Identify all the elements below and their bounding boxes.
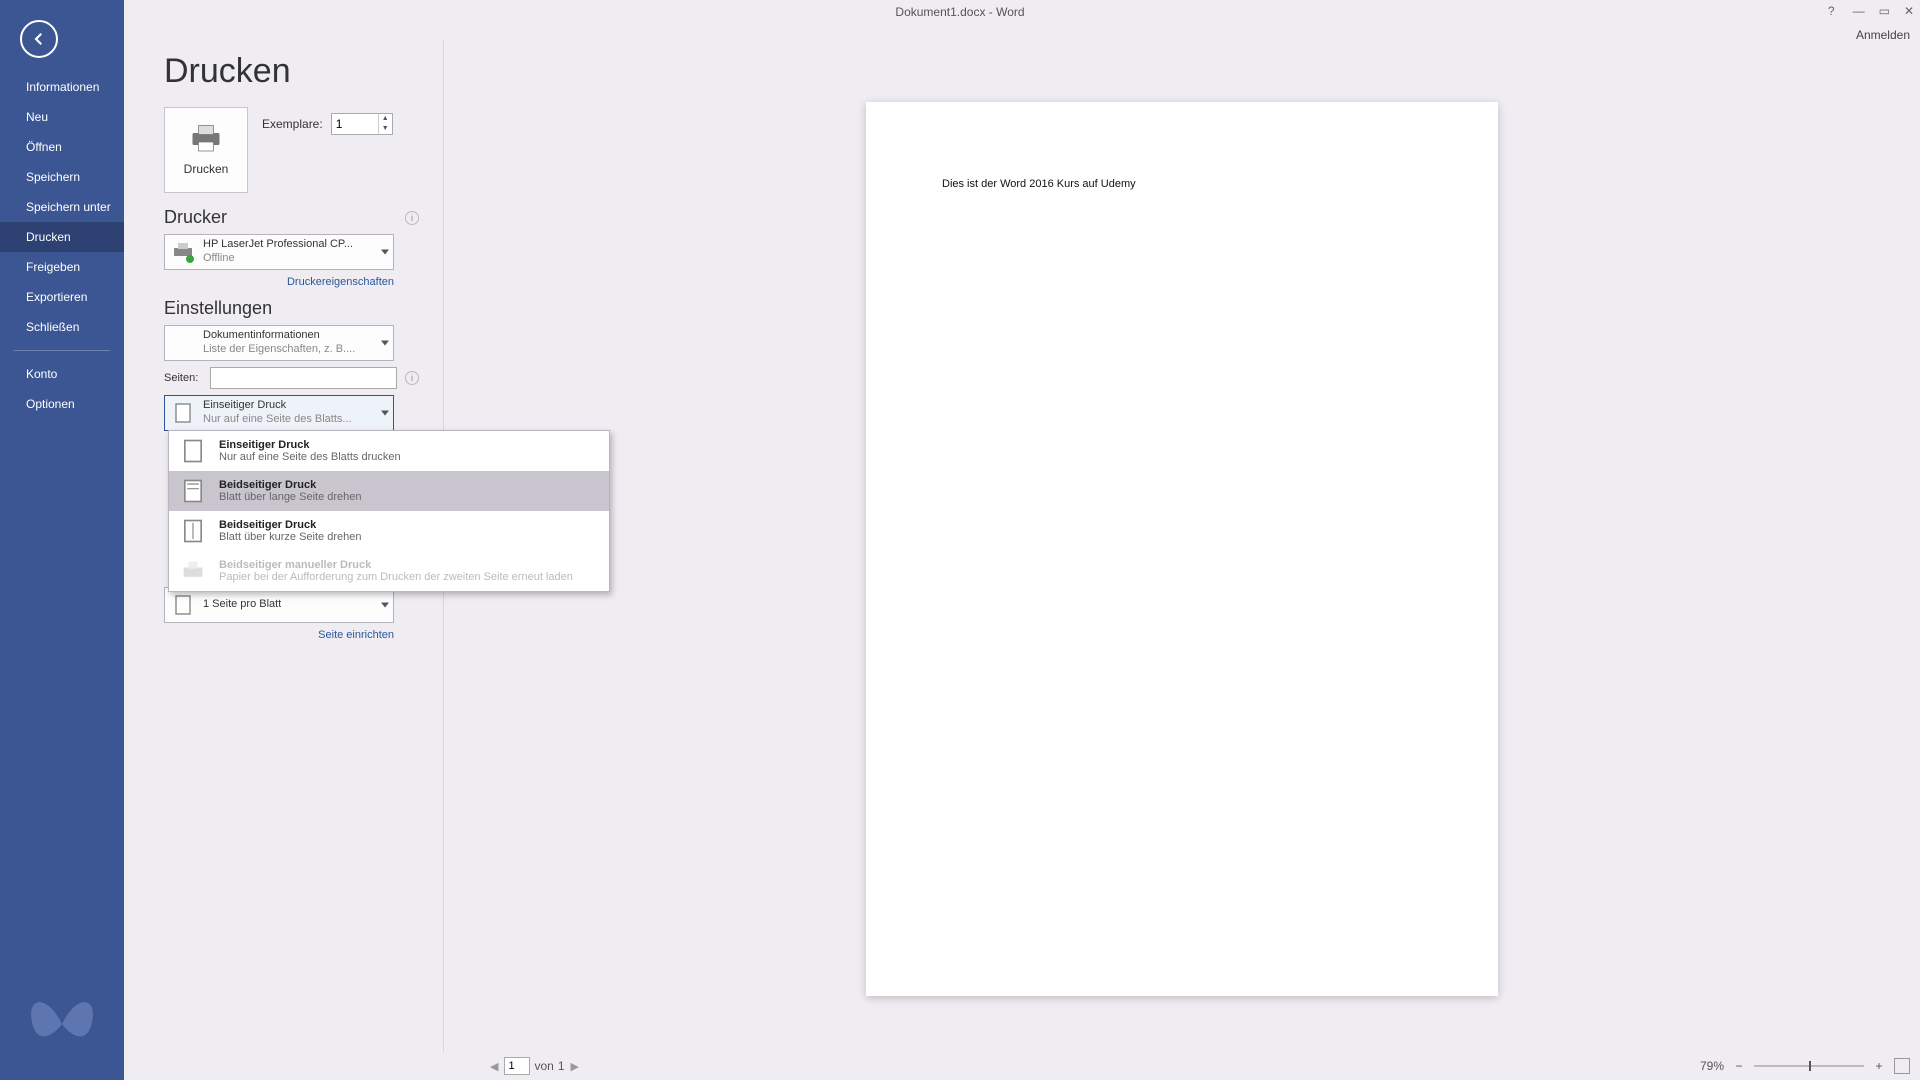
copies-label: Exemplare: [262, 117, 323, 131]
duplex-option-oneside[interactable]: Einseitiger DruckNur auf eine Seite des … [169, 431, 609, 471]
copies-up[interactable]: ▲ [379, 114, 392, 124]
maximize-button[interactable]: ▭ [1879, 4, 1890, 18]
close-button[interactable]: ✕ [1904, 4, 1914, 18]
sidebar-item-neu[interactable]: Neu [0, 102, 124, 132]
printer-status-icon [171, 240, 195, 264]
copies-spinner[interactable]: ▲ ▼ [331, 113, 393, 135]
backstage-sidebar: Informationen Neu Öffnen Speichern Speic… [0, 0, 124, 1080]
zoom-slider[interactable] [1754, 1065, 1864, 1067]
next-page-button[interactable]: ▶ [569, 1060, 581, 1073]
butterfly-logo-icon [24, 986, 100, 1062]
chevron-down-icon [381, 250, 389, 255]
print-button-label: Drucken [184, 162, 229, 176]
minimize-button[interactable]: — [1853, 4, 1865, 18]
sidebar-item-speichern[interactable]: Speichern [0, 162, 124, 192]
zoom-fit-button[interactable] [1894, 1058, 1910, 1074]
page-icon [171, 593, 195, 617]
sidebar-item-informationen[interactable]: Informationen [0, 72, 124, 102]
printer-section-header: Drucker i [164, 207, 419, 228]
copies-down[interactable]: ▼ [379, 124, 392, 134]
printer-properties-link[interactable]: Druckereigenschaften [164, 276, 394, 288]
preview-page: Dies ist der Word 2016 Kurs auf Udemy [866, 102, 1498, 996]
sidebar-item-optionen[interactable]: Optionen [0, 389, 124, 419]
page-single-icon [171, 401, 195, 425]
copies-input[interactable] [332, 117, 372, 131]
sidebar-item-drucken[interactable]: Drucken [0, 222, 124, 252]
chevron-down-icon [381, 411, 389, 416]
duplex-option-longedge[interactable]: Beidseitiger DruckBlatt über lange Seite… [169, 471, 609, 511]
zoom-in-button[interactable]: + [1872, 1059, 1886, 1073]
info-icon[interactable]: i [405, 371, 419, 385]
pages-input[interactable] [210, 367, 397, 389]
back-button[interactable] [20, 20, 58, 58]
printer-manual-icon [179, 557, 207, 585]
pages-per-sheet-select[interactable]: 1 Seite pro Blatt [164, 587, 394, 623]
pages-label: Seiten: [164, 372, 202, 384]
page-setup-link[interactable]: Seite einrichten [164, 629, 394, 641]
sidebar-item-exportieren[interactable]: Exportieren [0, 282, 124, 312]
printer-icon [188, 124, 224, 154]
print-action-row: Drucken Exemplare: ▲ ▼ [164, 107, 419, 193]
window-controls: ? — ▭ ✕ [1828, 4, 1914, 18]
title-bar: Dokument1.docx - Word ? — ▭ ✕ [0, 0, 1920, 22]
page-flip-long-icon [179, 477, 207, 505]
sidebar-item-konto[interactable]: Konto [0, 359, 124, 389]
page-current-input[interactable] [504, 1057, 530, 1075]
info-icon[interactable]: i [405, 211, 419, 225]
settings-section-header: Einstellungen [164, 298, 419, 319]
chevron-down-icon [381, 341, 389, 346]
sidebar-item-oeffnen[interactable]: Öffnen [0, 132, 124, 162]
sidebar-item-schliessen[interactable]: Schließen [0, 312, 124, 342]
print-preview: Dies ist der Word 2016 Kurs auf Udemy [444, 40, 1920, 1052]
page-single-icon [179, 437, 207, 465]
duplex-select[interactable]: Einseitiger Druck Nur auf eine Seite des… [164, 395, 394, 431]
printer-name: HP LaserJet Professional CP... [203, 238, 353, 252]
duplex-option-shortedge[interactable]: Beidseitiger DruckBlatt über kurze Seite… [169, 511, 609, 551]
help-icon[interactable]: ? [1828, 4, 1835, 18]
printer-select[interactable]: HP LaserJet Professional CP... Offline [164, 234, 394, 270]
zoom-out-button[interactable]: − [1732, 1059, 1746, 1073]
sidebar-item-freigeben[interactable]: Freigeben [0, 252, 124, 282]
page-navigator: ◀ von 1 ▶ [488, 1057, 581, 1075]
zoom-thumb[interactable] [1809, 1061, 1811, 1071]
preview-content: Dies ist der Word 2016 Kurs auf Udemy [942, 178, 1422, 190]
zoom-controls: 79% − + [1700, 1058, 1910, 1074]
duplex-option-manual: Beidseitiger manueller DruckPapier bei d… [169, 551, 609, 591]
page-flip-short-icon [179, 517, 207, 545]
prev-page-button[interactable]: ◀ [488, 1060, 500, 1073]
page-total: 1 [558, 1059, 565, 1073]
page-sep: von [534, 1059, 553, 1073]
sidebar-item-speichern-unter[interactable]: Speichern unter [0, 192, 124, 222]
duplex-dropdown-popup: Einseitiger DruckNur auf eine Seite des … [168, 430, 610, 592]
zoom-percent: 79% [1700, 1059, 1724, 1073]
document-title: Dokument1.docx - Word [895, 5, 1024, 19]
print-button[interactable]: Drucken [164, 107, 248, 193]
chevron-down-icon [381, 603, 389, 608]
page-title: Drucken [164, 52, 419, 91]
print-what-select[interactable]: Dokumentinformationen Liste der Eigensch… [164, 325, 394, 361]
sidebar-separator [14, 350, 110, 351]
status-bar: ◀ von 1 ▶ 79% − + [124, 1052, 1920, 1080]
printer-status: Offline [203, 252, 353, 266]
